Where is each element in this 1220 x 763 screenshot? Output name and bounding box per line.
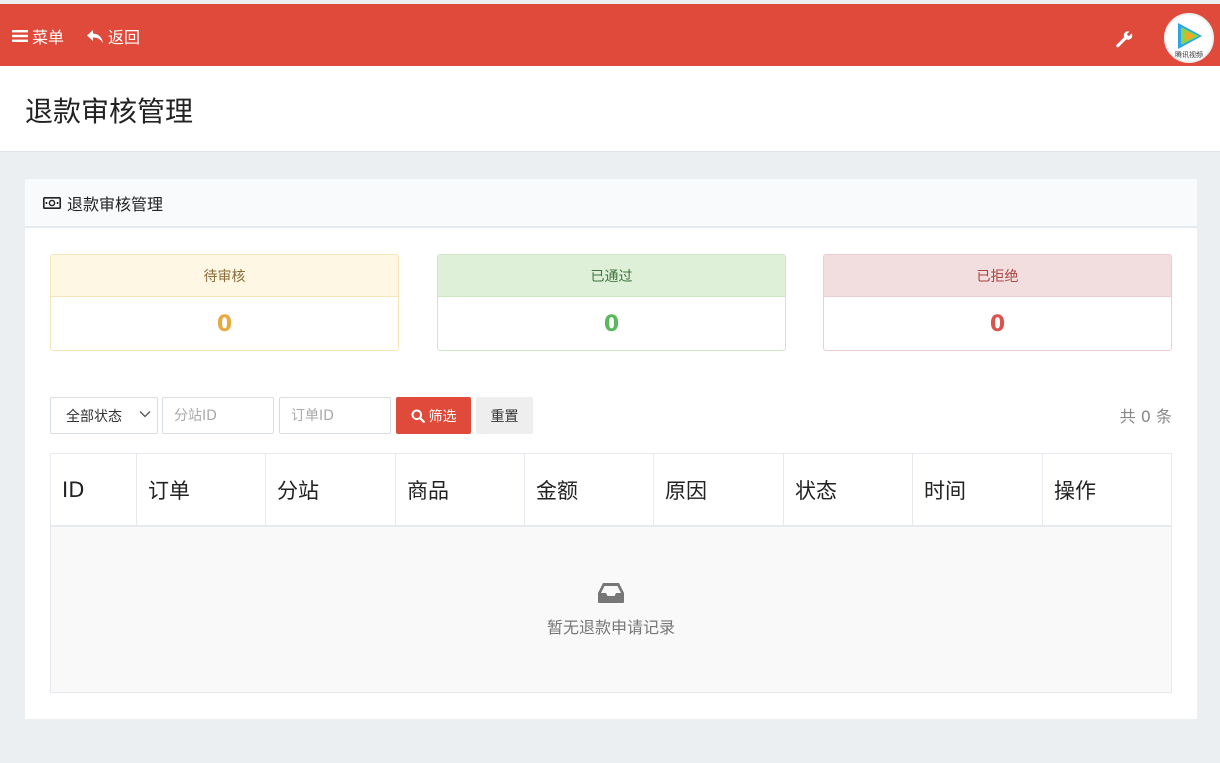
column-header-id: ID <box>51 454 137 525</box>
avatar-caption: 腾讯视频 <box>1175 50 1203 59</box>
stat-value-approved: 0 <box>603 312 620 337</box>
column-header-status: 状态 <box>784 454 913 525</box>
video-logo-icon: 腾讯视频 <box>1166 15 1212 61</box>
money-icon <box>43 196 61 209</box>
status-select[interactable]: 全部状态 <box>50 397 158 434</box>
column-header-reason: 原因 <box>654 454 784 525</box>
status-select-value: 全部状态 <box>66 408 122 425</box>
panel-heading: 退款审核管理 <box>25 179 1197 228</box>
inbox-icon <box>598 582 624 603</box>
wrench-icon[interactable] <box>1114 29 1134 49</box>
page-title: 退款审核管理 <box>25 95 194 128</box>
stat-card-approved: 已通过 0 <box>437 254 786 351</box>
filter-button-label: 筛选 <box>428 408 457 425</box>
total-count: 共 0 条 <box>1119 407 1172 426</box>
back-label: 返回 <box>108 28 141 47</box>
stat-label-pending: 待审核 <box>51 255 398 297</box>
user-avatar[interactable]: 腾讯视频 <box>1164 13 1214 63</box>
stat-label-rejected: 已拒绝 <box>824 255 1171 297</box>
search-icon <box>411 409 425 423</box>
refund-table: ID 订单 分站 商品 金额 原因 状态 时间 操作 暂无退款申请记录 <box>50 453 1172 693</box>
table-header: ID 订单 分站 商品 金额 原因 状态 时间 操作 <box>51 454 1171 527</box>
stat-value-rejected: 0 <box>989 312 1006 337</box>
stat-card-pending: 待审核 0 <box>50 254 399 351</box>
column-header-order: 订单 <box>137 454 266 525</box>
order-id-input[interactable] <box>279 397 391 434</box>
column-header-amount: 金额 <box>525 454 654 525</box>
back-button[interactable]: 返回 <box>86 24 140 48</box>
panel-title: 退款审核管理 <box>67 194 164 214</box>
branch-id-input[interactable] <box>162 397 274 434</box>
hamburger-icon <box>12 30 28 42</box>
empty-state-text: 暂无退款申请记录 <box>546 617 675 637</box>
reply-arrow-icon <box>87 30 103 43</box>
column-header-time: 时间 <box>913 454 1043 525</box>
refund-panel: 退款审核管理 待审核 0 已通过 0 已拒绝 0 全部状态 筛选 重置 共 0 … <box>25 179 1197 719</box>
page-header: 退款审核管理 <box>0 66 1220 152</box>
filter-button[interactable]: 筛选 <box>396 397 471 434</box>
menu-label: 菜单 <box>32 28 65 47</box>
stat-card-rejected: 已拒绝 0 <box>823 254 1172 351</box>
column-header-action: 操作 <box>1054 478 1096 503</box>
top-navbar: 菜单 返回 腾讯视频 <box>0 4 1220 66</box>
menu-button[interactable]: 菜单 <box>12 24 64 48</box>
chevron-down-icon <box>139 411 151 418</box>
column-header-product: 商品 <box>396 454 525 525</box>
column-header-branch: 分站 <box>266 454 396 525</box>
reset-button[interactable]: 重置 <box>476 397 533 434</box>
stat-value-pending: 0 <box>216 312 233 337</box>
empty-state: 暂无退款申请记录 <box>51 527 1171 692</box>
stat-label-approved: 已通过 <box>438 255 785 297</box>
